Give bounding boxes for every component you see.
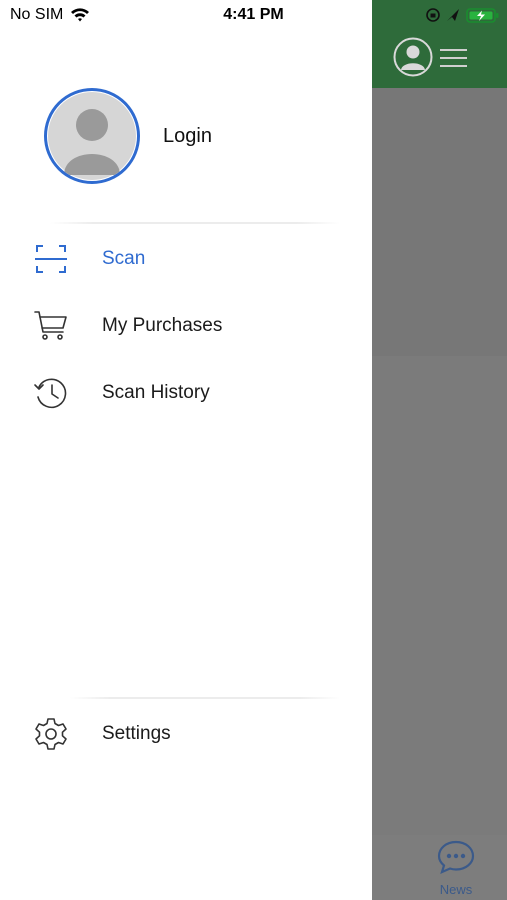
profile-divider — [50, 222, 340, 224]
gear-icon — [35, 718, 67, 750]
side-drawer: Login Scan My Purchases Scan History Set… — [0, 0, 372, 900]
carrier-label: No SIM — [10, 6, 64, 23]
status-right-icons — [426, 8, 499, 23]
menu-item-settings-label: Settings — [102, 723, 171, 744]
menu-item-settings[interactable]: Settings — [0, 704, 372, 764]
status-bar: No SIM 4:41 PM — [0, 0, 507, 30]
menu-item-scan-history[interactable]: Scan History — [0, 363, 372, 423]
history-clock-icon — [34, 378, 67, 409]
profile-avatar[interactable] — [44, 88, 140, 184]
user-silhouette-icon — [48, 92, 136, 180]
tab-news-label[interactable]: News — [437, 882, 475, 897]
settings-divider — [70, 697, 340, 699]
hamburger-menu-icon[interactable] — [440, 47, 467, 69]
menu-item-scan-history-label: Scan History — [102, 382, 210, 403]
wifi-icon — [71, 8, 89, 22]
app-content-panel — [372, 88, 507, 356]
scan-frame-icon — [35, 245, 67, 273]
login-link[interactable]: Login — [163, 125, 212, 148]
news-chat-icon[interactable] — [437, 840, 475, 874]
menu-item-my-purchases[interactable]: My Purchases — [0, 296, 372, 356]
orientation-lock-icon — [426, 8, 440, 22]
menu-item-my-purchases-label: My Purchases — [102, 315, 223, 336]
menu-item-scan-label: Scan — [102, 248, 146, 269]
battery-charging-icon — [466, 8, 499, 23]
location-arrow-icon — [447, 9, 459, 21]
header-avatar-icon[interactable] — [393, 37, 433, 77]
cart-icon — [34, 311, 67, 340]
menu-item-scan[interactable]: Scan — [0, 229, 372, 289]
